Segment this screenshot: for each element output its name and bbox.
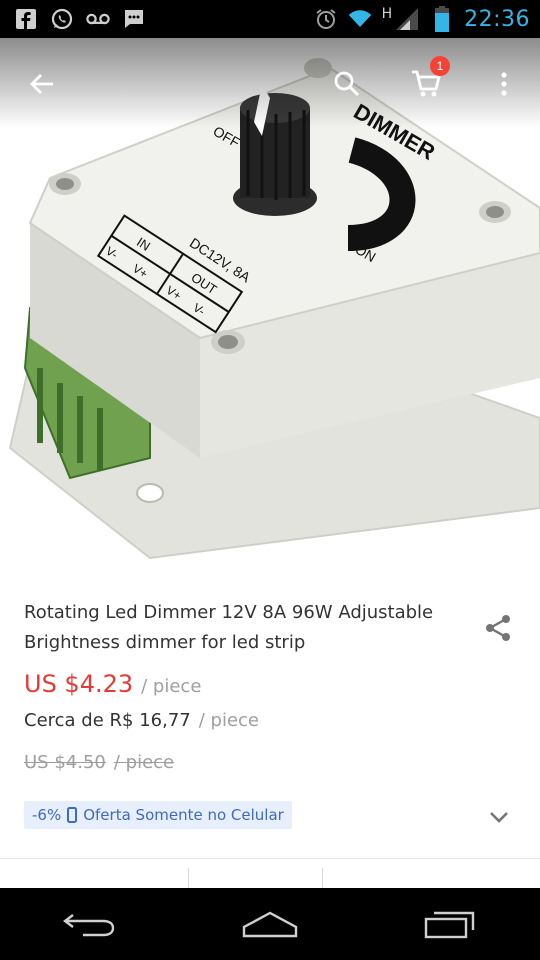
notification-icons bbox=[0, 7, 146, 31]
cart-count-badge: 1 bbox=[430, 56, 450, 76]
voicemail-icon bbox=[86, 7, 110, 31]
share-icon bbox=[486, 615, 510, 641]
original-price: US $4.50 bbox=[24, 752, 106, 773]
search-button[interactable] bbox=[327, 64, 367, 104]
clock: 22:36 bbox=[464, 6, 530, 32]
expand-button[interactable] bbox=[484, 802, 514, 832]
section-divider bbox=[0, 858, 540, 859]
local-price-row: Cerca de R$ 16,77 / piece bbox=[24, 710, 259, 731]
network-type: H bbox=[381, 6, 393, 22]
product-title: Rotating Led Dimmer 12V 8A 96W Adjustabl… bbox=[24, 602, 434, 653]
facebook-icon bbox=[14, 7, 38, 31]
cart-button[interactable]: 1 bbox=[406, 56, 450, 104]
local-price: Cerca de R$ 16,77 bbox=[24, 710, 191, 731]
chevron-down-icon bbox=[490, 812, 508, 823]
whatsapp-icon bbox=[50, 7, 74, 31]
status-bar: H 22:36 bbox=[0, 0, 540, 38]
nav-recents-button[interactable] bbox=[410, 899, 490, 949]
phone-icon bbox=[67, 807, 78, 823]
price-unit: / piece bbox=[141, 676, 202, 697]
message-icon bbox=[122, 7, 146, 31]
back-button[interactable] bbox=[22, 64, 62, 104]
mobile-offer-badge: -6% Oferta Somente no Celular bbox=[24, 801, 292, 829]
share-button[interactable] bbox=[478, 608, 518, 648]
local-price-unit: / piece bbox=[198, 710, 259, 731]
search-icon bbox=[334, 71, 360, 97]
back-icon bbox=[63, 914, 115, 937]
price: US $4.23 bbox=[24, 670, 134, 698]
toolbar-shade bbox=[0, 38, 540, 128]
battery-icon bbox=[430, 6, 454, 32]
column-separator bbox=[188, 868, 189, 888]
more-options-button[interactable] bbox=[484, 64, 524, 104]
navigation-bar bbox=[0, 888, 540, 960]
alarm-icon bbox=[314, 7, 338, 31]
wifi-icon bbox=[348, 7, 372, 31]
signal-icon bbox=[396, 7, 420, 31]
mobile-offer-text: Oferta Somente no Celular bbox=[83, 806, 284, 824]
discount-percent: -6% bbox=[32, 806, 62, 824]
system-status: H 22:36 bbox=[314, 6, 540, 32]
more-vertical-icon bbox=[501, 72, 507, 96]
arrow-left-icon bbox=[30, 74, 53, 94]
original-price-unit: / piece bbox=[113, 752, 175, 773]
recent-apps-icon bbox=[424, 911, 475, 939]
original-price-row: US $4.50 / piece bbox=[24, 752, 174, 773]
home-icon bbox=[242, 911, 298, 938]
next-section-peek bbox=[0, 866, 540, 888]
column-separator bbox=[322, 868, 323, 888]
price-row: US $4.23 / piece bbox=[24, 670, 201, 698]
nav-back-button[interactable] bbox=[50, 899, 130, 949]
nav-home-button[interactable] bbox=[230, 899, 310, 949]
product-image[interactable]: IN OUT V- V+ V+ V- DC12V, 8A DIMMER OFF … bbox=[0, 38, 540, 576]
